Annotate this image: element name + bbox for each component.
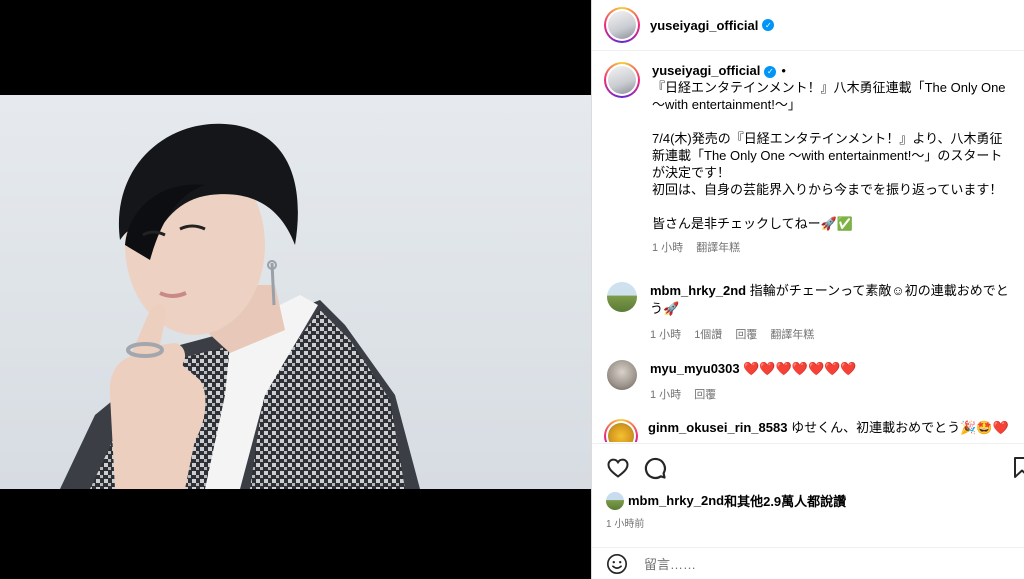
comment-meta: 1 小時 1個讚 回覆 翻譯年糕: [650, 326, 1012, 344]
verified-badge-icon: ✓: [762, 19, 775, 31]
heart-icon[interactable]: [606, 456, 630, 480]
comment-likes[interactable]: 1個讚: [694, 326, 722, 344]
comments-section[interactable]: yuseiyagi_official ✓ • 『日経エンタテインメント！』八木勇征連…: [592, 52, 1024, 442]
caption-dot: •: [781, 63, 786, 78]
comment-bubble-icon[interactable]: [643, 456, 667, 480]
caption-time[interactable]: 1 小時: [652, 240, 683, 257]
caption-line: 皆さん是非チェックしてねー🚀✅: [652, 216, 853, 231]
caption-meta: 1 小時 翻譯年糕: [652, 240, 1012, 257]
author-avatar[interactable]: [604, 7, 640, 43]
caption-line: 初回は、自身の芸能界入りから今までを振り返っています！: [652, 182, 1003, 197]
caption-translate-link[interactable]: 翻譯年糕: [696, 240, 740, 257]
likes-count-text[interactable]: 和其他2.9萬人都說讚: [724, 491, 846, 510]
add-comment-bar: 留言……: [592, 547, 1024, 579]
comment-username[interactable]: myu_myu0303: [650, 361, 740, 376]
comment-username[interactable]: mbm_hrky_2nd: [650, 283, 746, 298]
reply-button[interactable]: 回覆: [735, 326, 757, 344]
caption-line: 『日経エンタテインメント！』八木勇征連載「The Only One ～with …: [652, 80, 1006, 112]
media-pane: [0, 0, 591, 579]
comment-time[interactable]: 1 小時: [650, 326, 681, 344]
post-panel: yuseiyagi_official ✓ yuseiyagi_official ✓…: [591, 0, 1024, 579]
emoji-icon[interactable]: [606, 553, 628, 575]
comment-username[interactable]: ginm_okusei_rin_8583: [648, 420, 787, 435]
comment-meta: 1 小時 回覆: [650, 386, 1012, 404]
bookmark-icon[interactable]: [1012, 456, 1024, 480]
comment-avatar[interactable]: [607, 360, 637, 390]
caption-username[interactable]: yuseiyagi_official: [652, 63, 760, 78]
reply-button[interactable]: 回覆: [694, 386, 716, 404]
comment-item: mbm_hrky_2nd 指輪がチェーンって素敵☺初の連載おめでとう🚀 1 小時…: [592, 282, 1024, 344]
post-photo[interactable]: [0, 95, 591, 489]
portrait-illustration: [60, 123, 420, 489]
caption-line: [652, 113, 1012, 130]
liker-avatar: [606, 491, 624, 510]
action-bar: [592, 443, 1024, 491]
comment-item: myu_myu0303 ❤️❤️❤️❤️❤️❤️❤️ 1 小時 回覆: [592, 360, 1024, 404]
caption-line: 7/4(木)発売の『日経エンタテインメント！』より、八木勇征新連載「The On…: [652, 131, 1003, 180]
author-username[interactable]: yuseiyagi_official: [650, 18, 758, 33]
comment-text: ゆせくん、初連載おめでとう🎉🤩❤️: [791, 420, 1009, 435]
caption: yuseiyagi_official ✓ • 『日経エンタテインメント！』八木勇征連…: [592, 52, 1024, 257]
caption-line: [652, 198, 1012, 215]
liker-username[interactable]: mbm_hrky_2nd: [628, 493, 724, 508]
translate-link[interactable]: 翻譯年糕: [770, 326, 814, 344]
comment-input[interactable]: 留言……: [644, 554, 696, 573]
verified-badge-icon: ✓: [764, 65, 777, 78]
comment-text: ❤️❤️❤️❤️❤️❤️❤️: [743, 361, 857, 376]
comment-avatar[interactable]: [604, 419, 638, 442]
caption-text: 『日経エンタテインメント！』八木勇征連載「The Only One ～with …: [652, 79, 1012, 232]
comment-item: ginm_okusei_rin_8583 ゆせくん、初連載おめでとう🎉🤩❤️: [592, 419, 1024, 442]
comment-time[interactable]: 1 小時: [650, 386, 681, 404]
caption-avatar[interactable]: [604, 62, 640, 98]
comment-avatar[interactable]: [607, 282, 637, 312]
likes-summary[interactable]: mbm_hrky_2nd 和其他2.9萬人都說讚: [606, 491, 846, 510]
post-header: yuseiyagi_official ✓: [592, 0, 1024, 51]
post-timestamp[interactable]: 1 小時前: [606, 515, 644, 530]
